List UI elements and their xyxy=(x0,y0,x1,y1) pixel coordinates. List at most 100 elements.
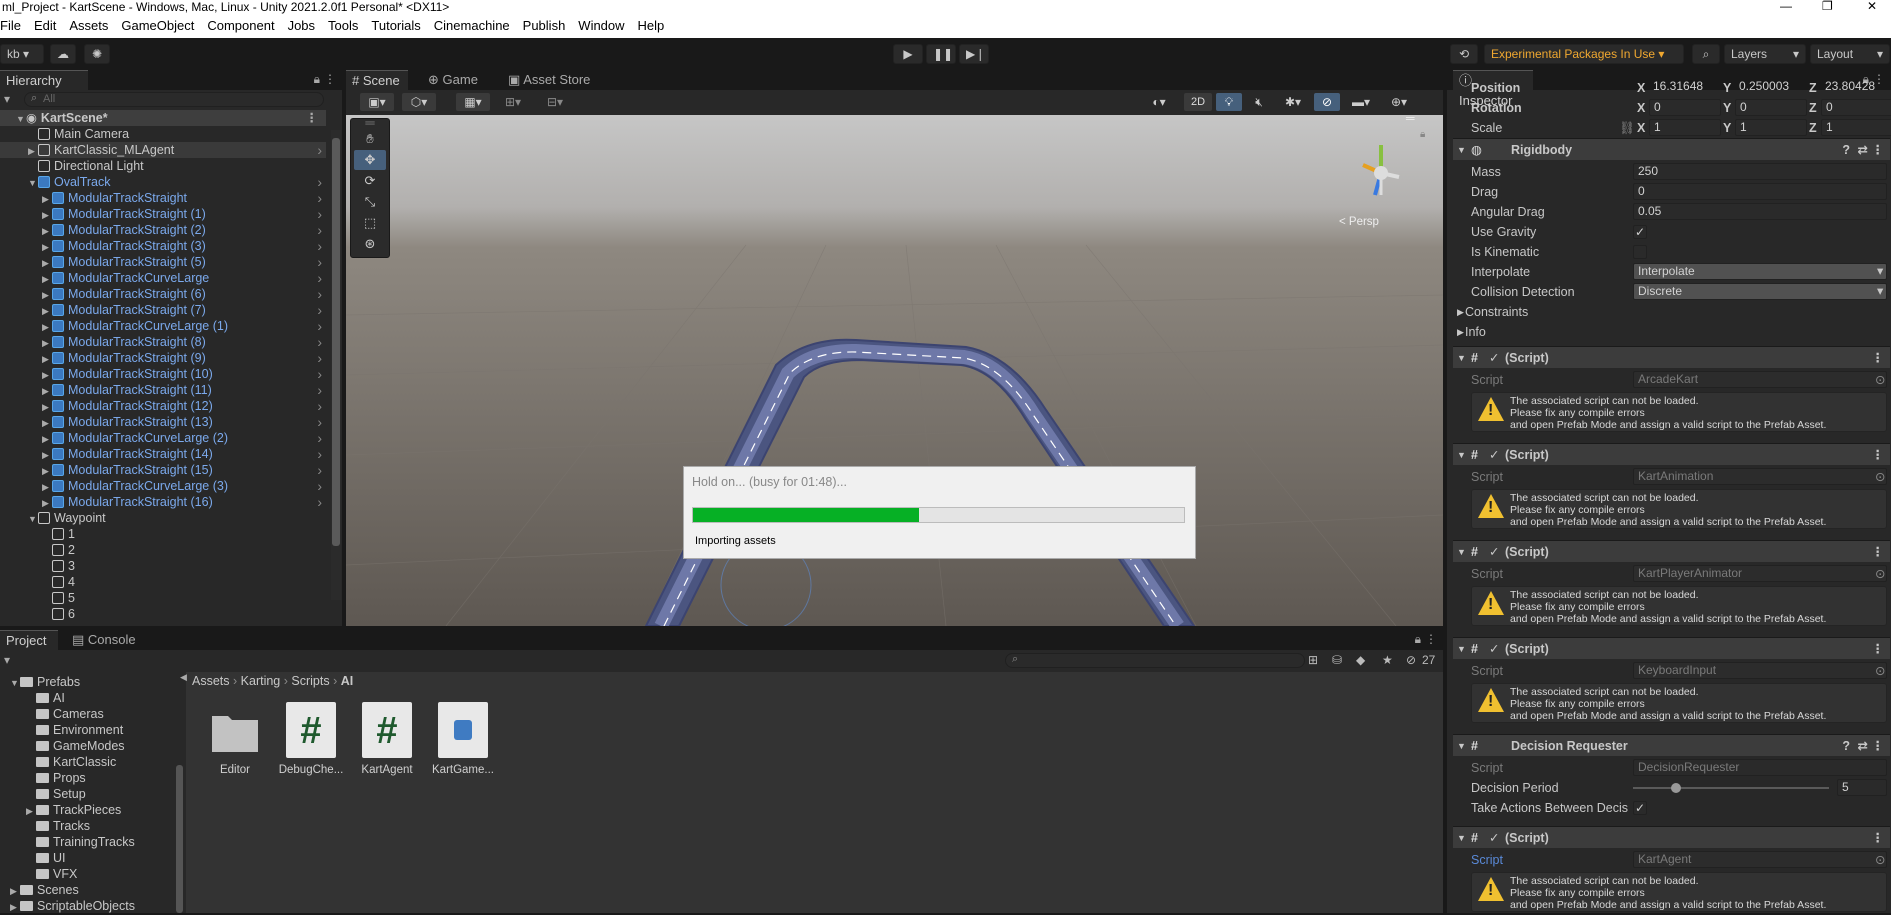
decision-requester-header[interactable]: ▼ # Decision Requester? ⇄ ⋮ xyxy=(1453,734,1890,756)
expand-arrow-icon[interactable]: ▶ xyxy=(42,447,52,463)
expand-arrow-icon[interactable]: ▼ xyxy=(28,175,38,191)
menu-edit[interactable]: Edit xyxy=(27,14,62,38)
component-more-icon[interactable]: ⋮ xyxy=(1872,444,1885,466)
open-prefab-icon[interactable]: › xyxy=(317,334,322,350)
expand-arrow-icon[interactable]: ▶ xyxy=(42,271,52,287)
decision-period-field[interactable]: 5 xyxy=(1837,779,1887,796)
component-more-icon[interactable]: ⋮ xyxy=(1872,827,1885,849)
hierarchy-item[interactable]: ▶ ModularTrackStraight (6) › xyxy=(0,286,326,302)
collapse-tree-icon[interactable]: ◀ xyxy=(180,672,187,683)
rotate-tool-icon[interactable]: ⟳ xyxy=(354,171,386,191)
search-icon[interactable]: ⌕ xyxy=(1692,44,1720,64)
layout-dropdown[interactable]: Layout ▾ xyxy=(1810,44,1890,64)
open-prefab-icon[interactable]: › xyxy=(317,238,322,254)
folder-tree-item[interactable]: KartClassic xyxy=(26,754,116,770)
take-actions-checkbox[interactable]: ✓ xyxy=(1633,801,1647,815)
lighting-toggle-icon[interactable]: 💡︎ xyxy=(1216,93,1242,111)
breadcrumb-ai[interactable]: AI xyxy=(341,674,354,688)
hierarchy-item[interactable]: ▶ ModularTrackStraight (14) › xyxy=(0,446,326,462)
lock-icon[interactable]: 🔒︎ xyxy=(1415,632,1421,647)
menu-help[interactable]: Help xyxy=(631,14,671,38)
hierarchy-item[interactable]: Main Camera xyxy=(0,126,326,142)
decision-period-slider[interactable] xyxy=(1633,787,1829,789)
hierarchy-item[interactable]: ▶ ModularTrackCurveLarge (3) › xyxy=(0,478,326,494)
hierarchy-item[interactable]: ▼ Waypoint xyxy=(0,510,326,526)
asset-cs[interactable]: # DebugChe... xyxy=(276,702,346,776)
object-picker-icon[interactable]: ⊙ xyxy=(1875,564,1885,584)
rotation-x-field[interactable]: 0 xyxy=(1649,99,1721,116)
tab-hierarchy[interactable]: Hierarchy xyxy=(0,70,88,90)
tab-scene[interactable]: # Scene xyxy=(346,70,408,90)
hierarchy-item[interactable]: ▶ ModularTrackStraight (3) › xyxy=(0,238,326,254)
hand-tool-icon[interactable]: ✋︎ xyxy=(354,129,386,149)
expand-arrow-icon[interactable]: ▶ xyxy=(42,415,52,431)
restore-icon[interactable]: ❐ xyxy=(1822,0,1833,12)
scene-root-row[interactable]: ▼◉ KartScene* ⋮ xyxy=(0,110,326,126)
hierarchy-item[interactable]: ▶ ModularTrackStraight (8) › xyxy=(0,334,326,350)
hierarchy-item[interactable]: ▶ ModularTrackStraight › xyxy=(0,190,326,206)
history-icon[interactable]: ⟲ xyxy=(1450,44,1478,64)
foldout-arrow-icon[interactable]: ▼ xyxy=(1457,735,1466,757)
gizmos-dropdown[interactable]: ⊕▾ xyxy=(1382,93,1416,111)
menu-tutorials[interactable]: Tutorials xyxy=(364,14,426,38)
hierarchy-item[interactable]: ▶ ModularTrackCurveLarge (1) › xyxy=(0,318,326,334)
menu-assets[interactable]: Assets xyxy=(62,14,114,38)
folder-tree-item[interactable]: Props xyxy=(26,770,86,786)
2d-toggle-button[interactable]: 2D xyxy=(1184,93,1212,111)
script-component-header[interactable]: ▼ # (Script) ⋮ ✓ xyxy=(1453,346,1890,368)
rigidbody-header[interactable]: ▼ ◍ Rigidbody? ⇄ ⋮ xyxy=(1453,138,1890,160)
expand-arrow-icon[interactable]: ▶ xyxy=(10,883,20,899)
cloud-icon[interactable]: ☁ xyxy=(50,44,76,64)
collab-icon[interactable]: ✺ xyxy=(84,44,110,64)
open-prefab-icon[interactable]: › xyxy=(317,222,322,238)
open-prefab-icon[interactable]: › xyxy=(317,430,322,446)
component-more-icon[interactable]: ⋮ xyxy=(1872,735,1885,757)
object-picker-icon[interactable]: ⊙ xyxy=(1875,850,1885,870)
folder-tree-item[interactable]: Cameras xyxy=(26,706,104,722)
info-foldout[interactable]: Info ▶ xyxy=(1453,322,1890,342)
scale-x-field[interactable]: 1 xyxy=(1649,119,1721,136)
folder-tree-item[interactable]: UI xyxy=(26,850,66,866)
expand-arrow-icon[interactable]: ▶ xyxy=(42,463,52,479)
gizmo-menu-icon[interactable]: ═ xyxy=(1406,115,1415,125)
hierarchy-item[interactable]: Directional Light xyxy=(0,158,326,174)
hierarchy-item[interactable]: ▶ ModularTrackCurveLarge › xyxy=(0,270,326,286)
tools-handle[interactable]: ═ xyxy=(354,116,386,129)
expand-arrow-icon[interactable]: ▶ xyxy=(26,803,36,819)
enable-checkbox[interactable]: ✓ xyxy=(1489,827,1499,849)
hierarchy-item[interactable]: ▶ ModularTrackStraight (9) › xyxy=(0,350,326,366)
render-mode-dropdown[interactable]: ◐▾ xyxy=(1142,93,1176,111)
layers-dropdown[interactable]: Layers ▾ xyxy=(1724,44,1806,64)
expand-arrow-icon[interactable]: ▶ xyxy=(42,287,52,303)
camera-dropdown[interactable]: ▬▾ xyxy=(1344,93,1378,111)
foldout-arrow-icon[interactable]: ▼ xyxy=(1457,638,1466,660)
preset-icon[interactable]: ⇄ xyxy=(1858,735,1868,757)
open-prefab-icon[interactable]: › xyxy=(317,190,322,206)
menu-publish[interactable]: Publish xyxy=(516,14,572,38)
menu-cinemachine[interactable]: Cinemachine xyxy=(427,14,516,38)
foldout-arrow-icon[interactable]: ▼ xyxy=(1457,827,1466,849)
mass-field[interactable]: 250 xyxy=(1633,163,1887,180)
use_gravity-checkbox[interactable]: ✓ xyxy=(1633,225,1647,239)
script-object-field[interactable]: KartPlayerAnimator xyxy=(1633,565,1887,582)
open-prefab-icon[interactable]: › xyxy=(317,254,322,270)
constrain-proportions-icon[interactable]: ⛓ xyxy=(1619,118,1635,138)
asset-folder[interactable]: Editor xyxy=(200,702,270,776)
rotation-z-field[interactable]: 0 xyxy=(1821,99,1891,116)
open-prefab-icon[interactable]: › xyxy=(317,462,322,478)
hierarchy-item[interactable]: 5 xyxy=(0,590,326,606)
perspective-label[interactable]: < Persp xyxy=(1339,216,1379,228)
open-prefab-icon[interactable]: › xyxy=(317,478,322,494)
enable-checkbox[interactable]: ✓ xyxy=(1489,347,1499,369)
step-button[interactable]: ▶❘ xyxy=(959,44,989,64)
script-object-field[interactable]: DecisionRequester xyxy=(1633,759,1887,776)
more-icon[interactable]: ⋮ xyxy=(324,72,336,86)
audio-toggle-icon[interactable]: 🔇︎ xyxy=(1246,93,1272,111)
scale-tool-icon[interactable]: ⤡ xyxy=(354,192,386,212)
open-prefab-icon[interactable]: › xyxy=(317,446,322,462)
grid-snap-dropdown[interactable]: ▦▾ xyxy=(456,93,490,111)
menu-component[interactable]: Component xyxy=(200,14,280,38)
open-prefab-icon[interactable]: › xyxy=(317,398,322,414)
hierarchy-item[interactable]: ▶ ModularTrackCurveLarge (2) › xyxy=(0,430,326,446)
hierarchy-item[interactable]: 2 xyxy=(0,542,326,558)
